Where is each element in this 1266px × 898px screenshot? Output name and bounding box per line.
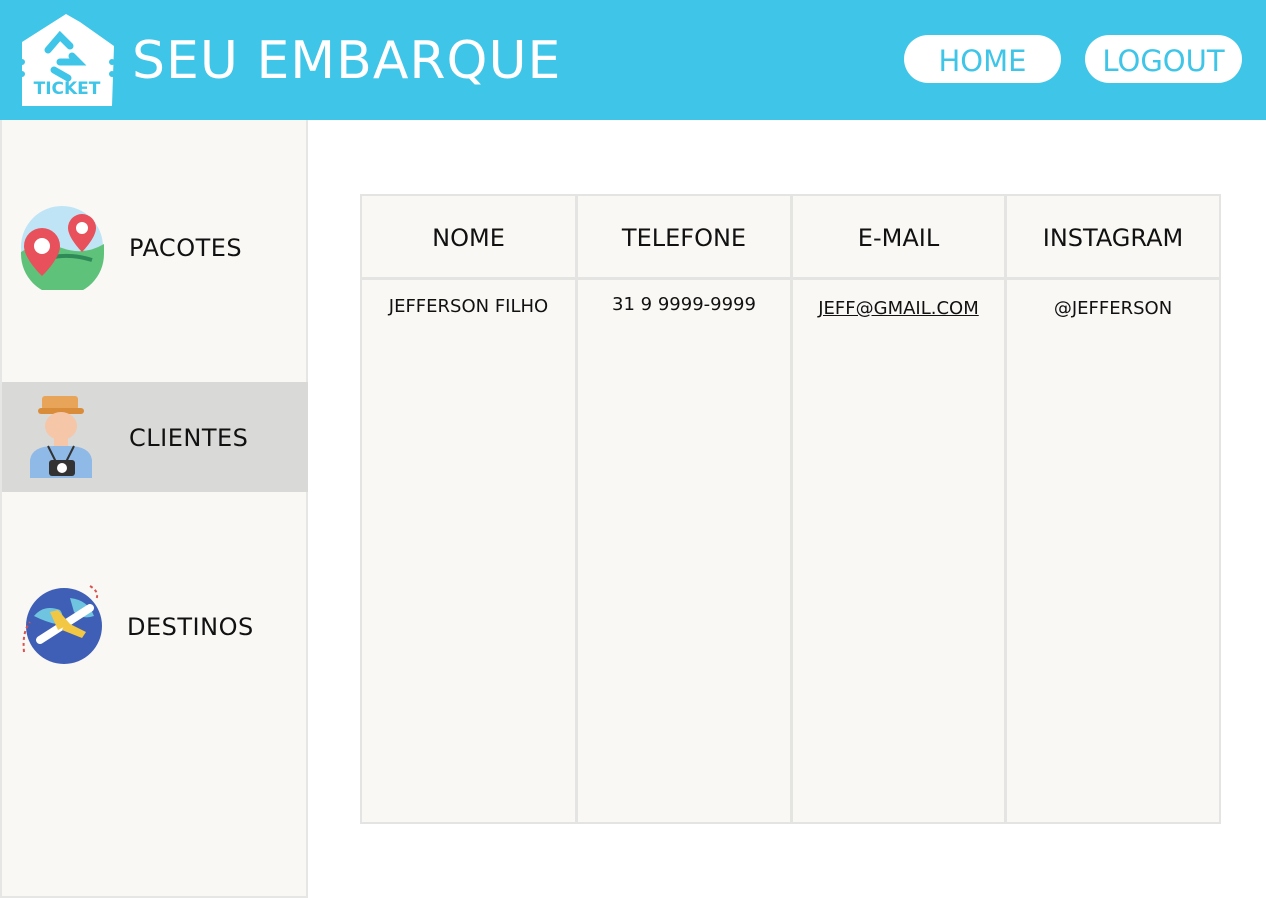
column-divider — [575, 196, 578, 822]
column-divider — [790, 196, 793, 822]
globe-plane-icon — [20, 582, 104, 668]
sidebar-item-label: PACOTES — [129, 234, 243, 262]
tourist-icon — [24, 394, 108, 480]
cell-telefone: 31 9 9999-9999 — [612, 294, 756, 315]
cell-instagram: @JEFFERSON — [1053, 298, 1173, 319]
cell-nome: JEFFERSON FILHO — [388, 296, 549, 317]
sidebar: PACOTES CLIENTES DESTINOS — [0, 120, 308, 898]
sidebar-item-clientes[interactable]: CLIENTES — [2, 382, 308, 492]
svg-text:TICKET: TICKET — [34, 79, 101, 99]
column-header-nome: NOME — [432, 224, 505, 252]
sidebar-item-label: DESTINOS — [127, 613, 254, 641]
column-divider — [1004, 196, 1007, 822]
ticket-logo-icon: TICKET — [19, 14, 115, 106]
email-link[interactable]: JEFF@GMAIL.COM — [818, 298, 979, 319]
column-header-instagram: INSTAGRAM — [1042, 224, 1184, 252]
top-header: TICKET SEU EMBARQUE HOME LOGOUT — [0, 0, 1266, 120]
home-button[interactable]: HOME — [904, 35, 1061, 83]
clients-table: NOME TELEFONE E-MAIL INSTAGRAM JEFFERSON… — [360, 194, 1221, 824]
map-pin-icon — [20, 204, 104, 296]
app-title: SEU EMBARQUE — [132, 31, 562, 91]
sidebar-item-pacotes[interactable]: PACOTES — [2, 196, 308, 306]
cell-email: JEFF@GMAIL.COM — [793, 298, 1004, 324]
sidebar-item-destinos[interactable]: DESTINOS — [2, 576, 308, 686]
sidebar-item-label: CLIENTES — [129, 424, 249, 452]
column-header-telefone: TELEFONE — [621, 224, 747, 252]
column-header-email: E-MAIL — [857, 224, 940, 252]
ticket-logo[interactable]: TICKET — [19, 12, 115, 106]
header-divider — [362, 277, 1219, 280]
logout-button[interactable]: LOGOUT — [1085, 35, 1242, 83]
